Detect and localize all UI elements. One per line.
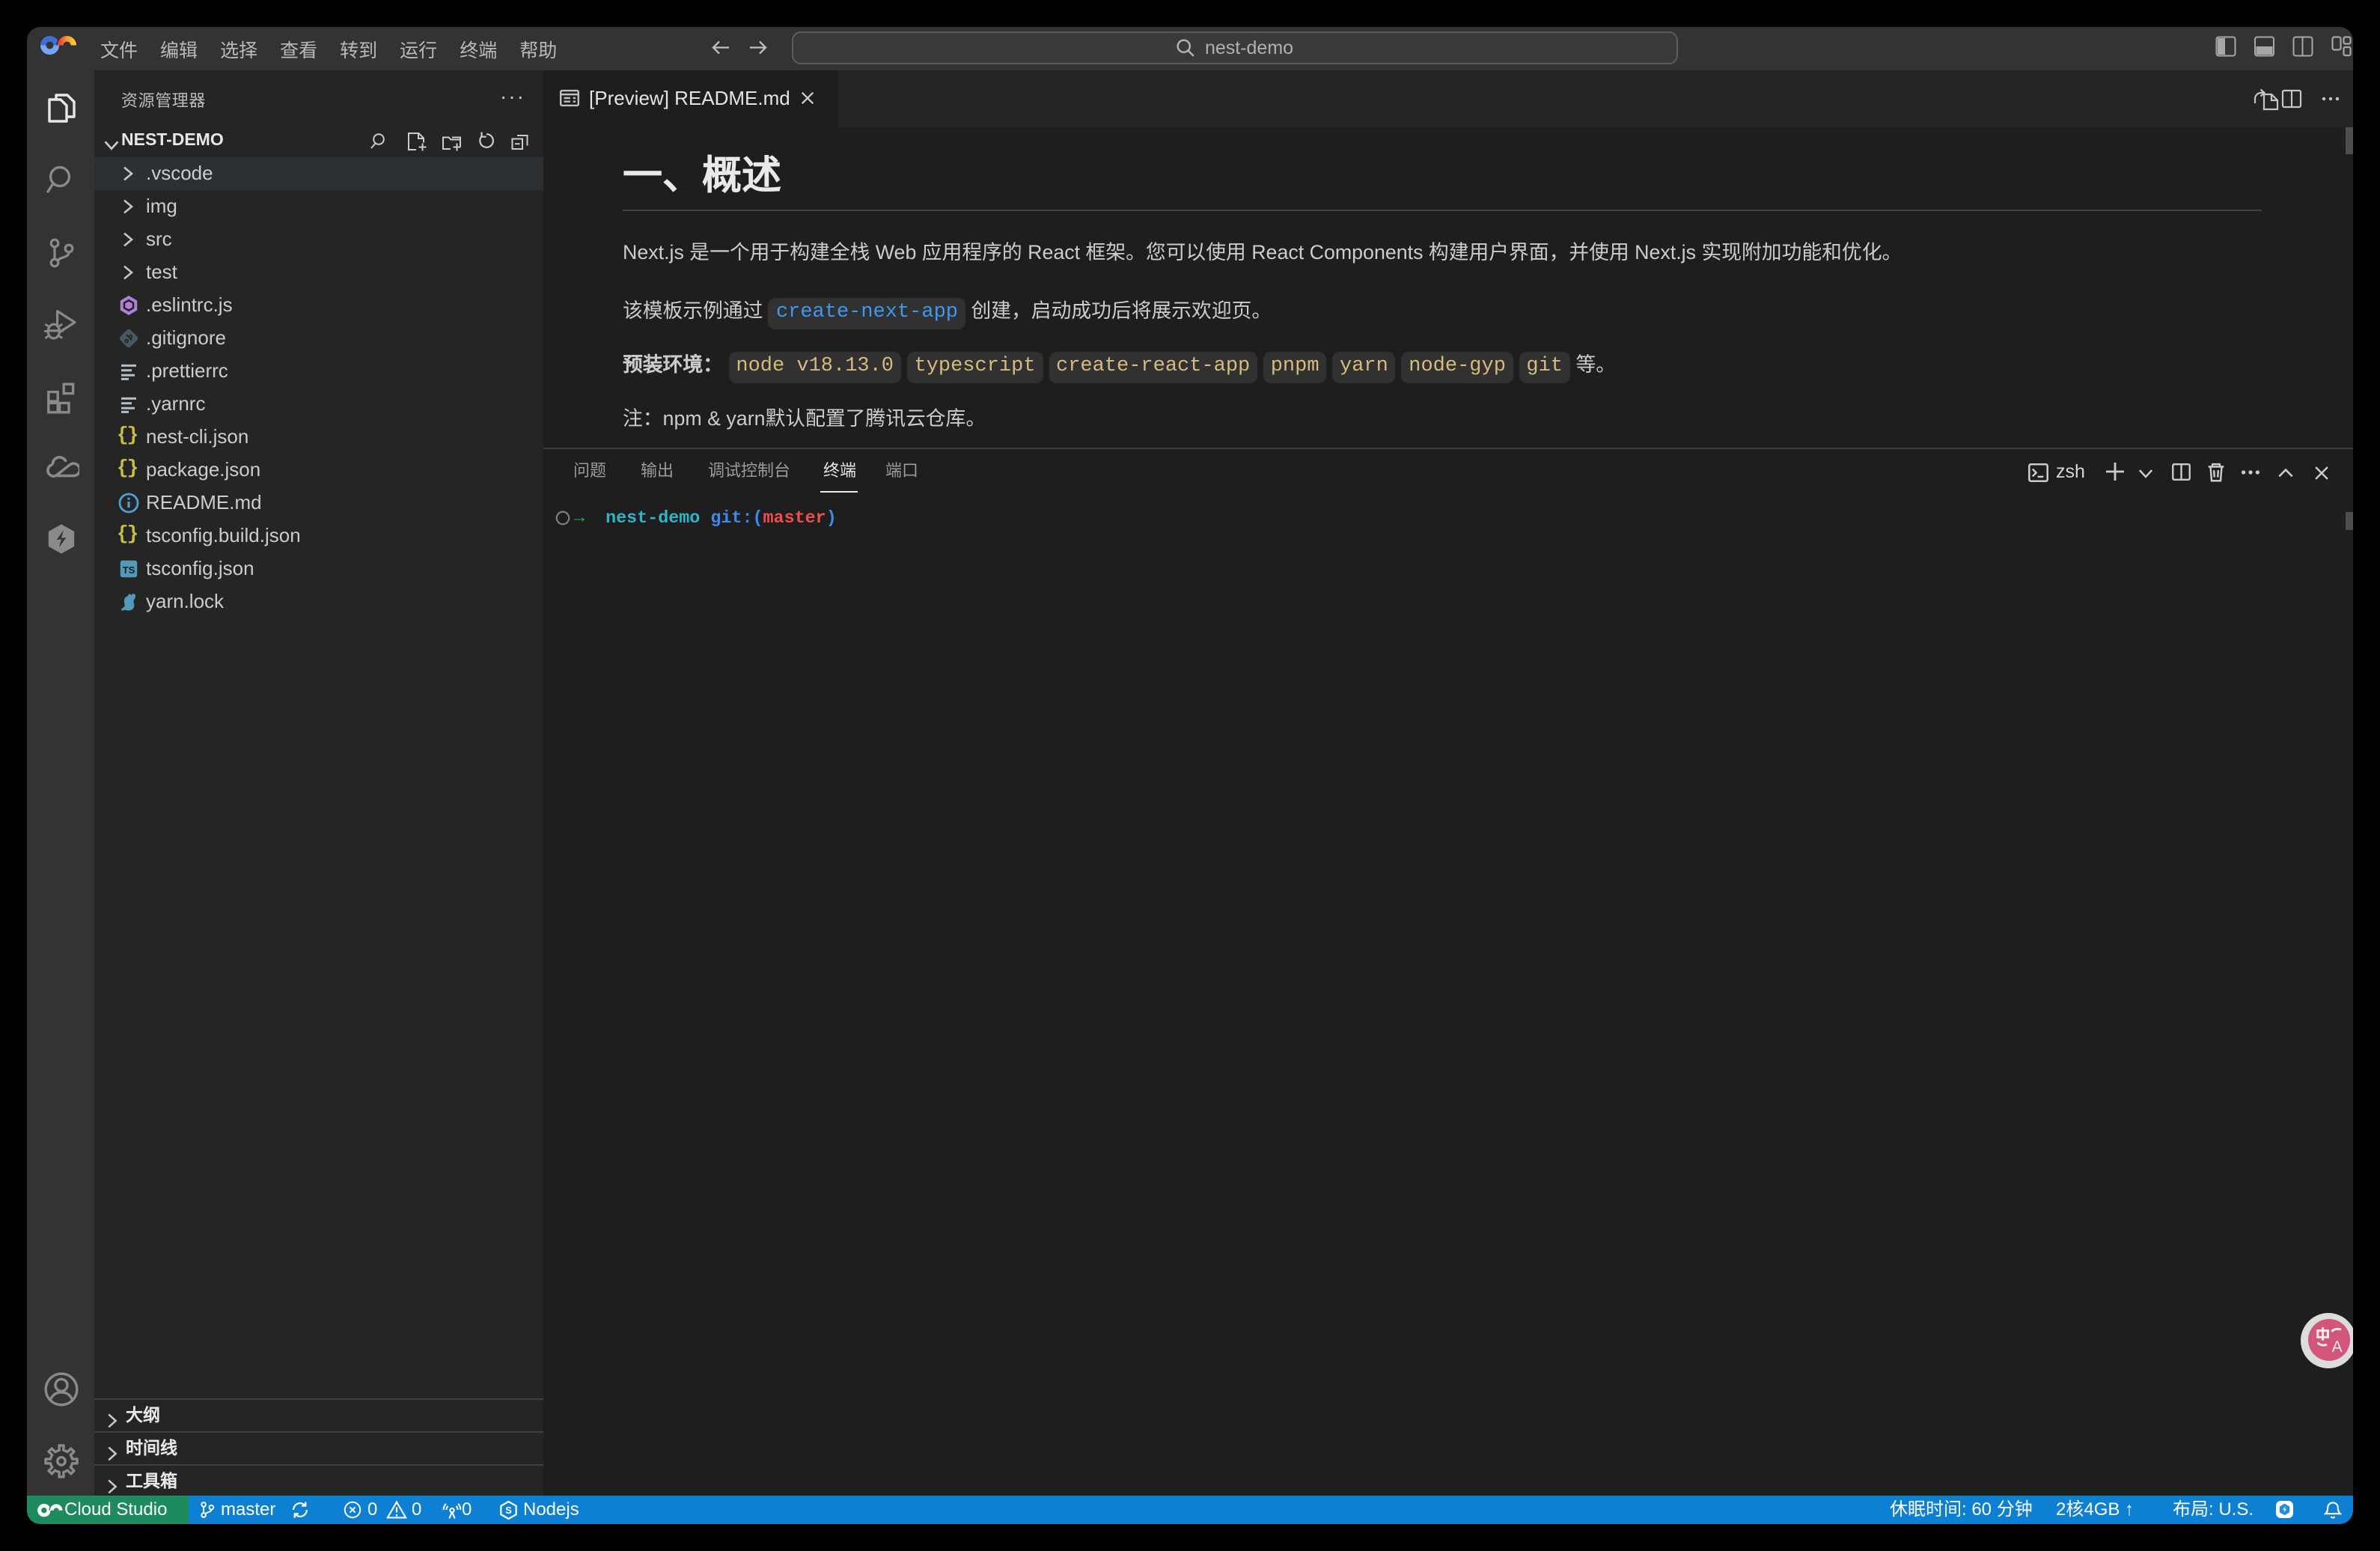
svg-text:S: S <box>505 1505 511 1516</box>
svg-text:TS: TS <box>123 564 135 576</box>
svg-text:A: A <box>2332 1338 2343 1356</box>
